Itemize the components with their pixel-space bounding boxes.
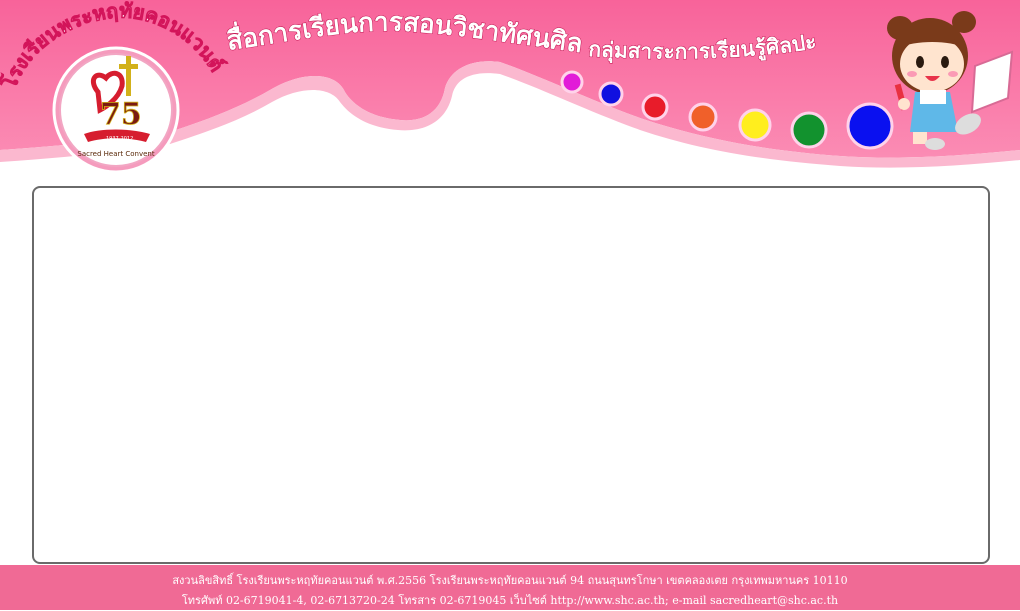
footer-copyright: สงวนลิขสิทธิ์ โรงเรียนพระหฤทัยคอนแวนต์ พ…	[172, 574, 848, 587]
paint-dot-red-icon	[641, 93, 669, 121]
email-link[interactable]: sacredheart@shc.ac.th	[710, 594, 838, 607]
paint-dot-yellow-icon	[738, 108, 772, 142]
logo-caption: Sacred Heart Convent	[77, 150, 154, 158]
paint-dot-green-icon	[790, 111, 828, 149]
footer-contact: โทรศัพท์ 02-6719041-4, 02-6713720-24 โทร…	[0, 591, 1020, 611]
website-link[interactable]: http://www.shc.ac.th	[550, 594, 665, 607]
school-logo[interactable]: 75 1937-2012 Sacred Heart Convent	[52, 46, 180, 174]
footer: สงวนลิขสิทธิ์ โรงเรียนพระหฤทัยคอนแวนต์ พ…	[0, 565, 1020, 610]
paint-dot-orange-icon	[688, 102, 718, 132]
svg-text:75: 75	[100, 97, 142, 132]
paint-dot-blue-icon	[598, 81, 624, 107]
footer-contact-text: โทรศัพท์ 02-6719041-4, 02-6713720-24 โทร…	[181, 594, 551, 607]
svg-text:1937-2012: 1937-2012	[106, 136, 133, 142]
content-frame	[32, 186, 990, 564]
header-banner: 75 1937-2012 Sacred Heart Convent โรงเรี…	[0, 0, 1020, 180]
paint-dot-magenta-icon	[560, 70, 584, 94]
paint-dot-blue-large-icon	[846, 102, 894, 150]
footer-email-prefix: ; e-mail	[665, 594, 710, 607]
